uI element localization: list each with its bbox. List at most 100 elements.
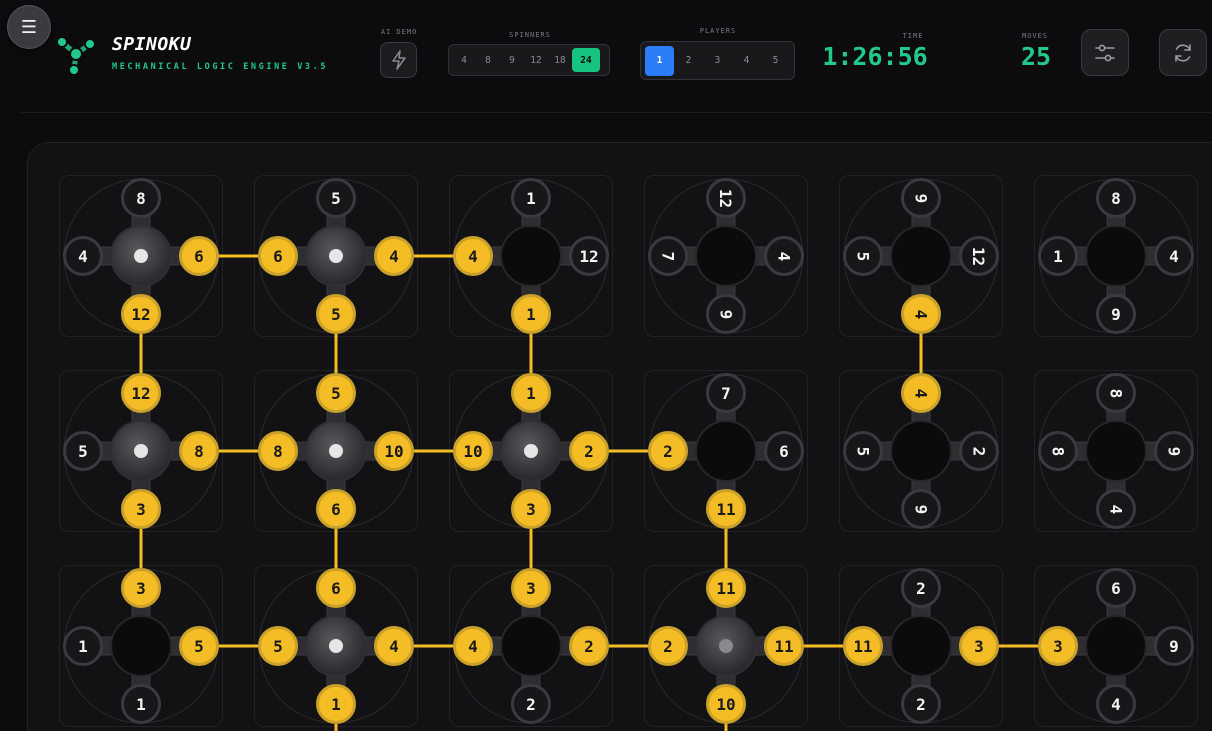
spinner-knob-top[interactable]: 8: [1096, 178, 1136, 218]
spinner-hub[interactable]: [697, 617, 755, 675]
spinner-hub[interactable]: [892, 227, 950, 285]
spinner-knob-top[interactable]: 8: [1096, 373, 1136, 413]
spinner-knob-right[interactable]: 4: [764, 236, 804, 276]
spinner-knob-bottom[interactable]: 1: [316, 684, 356, 724]
spinner-knob-top[interactable]: 11: [706, 568, 746, 608]
spinner-knob-left[interactable]: 11: [843, 626, 883, 666]
spinner-knob-bottom[interactable]: 1: [511, 294, 551, 334]
spinner-knob-right[interactable]: 6: [764, 431, 804, 471]
spinner-hub[interactable]: [1087, 422, 1145, 480]
spinner-hub[interactable]: [892, 617, 950, 675]
spinner-knob-right[interactable]: 10: [374, 431, 414, 471]
knob-value: 1: [1053, 246, 1063, 266]
spinner-knob-bottom[interactable]: 10: [706, 684, 746, 724]
knob-value: 5: [331, 188, 341, 208]
spinner-knob-bottom[interactable]: 6: [316, 489, 356, 529]
spinner-knob-bottom[interactable]: 12: [121, 294, 161, 334]
spinner-knob-top[interactable]: 8: [121, 178, 161, 218]
spinner-knob-top[interactable]: 7: [706, 373, 746, 413]
spinner-hub[interactable]: [307, 422, 365, 480]
spinner-knob-left[interactable]: 1: [63, 626, 103, 666]
knob-value: 11: [716, 578, 736, 598]
spinner-knob-left[interactable]: 5: [843, 431, 883, 471]
spinner-hub[interactable]: [112, 617, 170, 675]
spinner-knob-left[interactable]: 4: [63, 236, 103, 276]
spinner-knob-bottom[interactable]: 2: [511, 684, 551, 724]
spinner-knob-top[interactable]: 4: [901, 373, 941, 413]
spinner-knob-right[interactable]: 9: [1154, 626, 1194, 666]
spinner-knob-left[interactable]: 5: [843, 236, 883, 276]
spinner-hub[interactable]: [1087, 227, 1145, 285]
spinner-knob-right[interactable]: 2: [569, 431, 609, 471]
spinner-knob-bottom[interactable]: 5: [316, 294, 356, 334]
spinner-knob-top[interactable]: 5: [316, 178, 356, 218]
spinner-knob-right[interactable]: 12: [959, 236, 999, 276]
spinner-knob-bottom[interactable]: 2: [901, 684, 941, 724]
spinner-knob-left[interactable]: 7: [648, 236, 688, 276]
spinner-hub[interactable]: [697, 422, 755, 480]
spinner-knob-top[interactable]: 6: [316, 568, 356, 608]
spinner-knob-left[interactable]: 4: [453, 236, 493, 276]
knob-value: 4: [78, 246, 88, 266]
spinner-knob-bottom[interactable]: 4: [1096, 684, 1136, 724]
spinner-hub[interactable]: [307, 227, 365, 285]
spinner-hub[interactable]: [502, 422, 560, 480]
spinner-hub[interactable]: [502, 617, 560, 675]
spinner-hub[interactable]: [697, 227, 755, 285]
spinner-knob-bottom[interactable]: 11: [706, 489, 746, 529]
spinner-knob-left[interactable]: 4: [453, 626, 493, 666]
spinner-knob-bottom[interactable]: 3: [121, 489, 161, 529]
knob-value: 9: [716, 309, 736, 319]
spinner-knob-top[interactable]: 6: [1096, 568, 1136, 608]
spinner-knob-left[interactable]: 3: [1038, 626, 1078, 666]
knob-value: 7: [658, 251, 678, 261]
spinner-hub[interactable]: [892, 422, 950, 480]
spinner-knob-right[interactable]: 4: [374, 626, 414, 666]
spinner-knob-bottom[interactable]: 9: [706, 294, 746, 334]
spinner-knob-top[interactable]: 9: [901, 178, 941, 218]
spinner-hub[interactable]: [502, 227, 560, 285]
spinner-knob-top[interactable]: 5: [316, 373, 356, 413]
spinner-knob-bottom[interactable]: 9: [901, 489, 941, 529]
spinner-knob-top[interactable]: 3: [511, 568, 551, 608]
spinner-knob-top[interactable]: 1: [511, 178, 551, 218]
spinner-knob-right[interactable]: 11: [764, 626, 804, 666]
spinner-knob-right[interactable]: 2: [959, 431, 999, 471]
spinner-knob-right[interactable]: 4: [1154, 236, 1194, 276]
spinner-knob-bottom[interactable]: 1: [121, 684, 161, 724]
knob-value: 5: [331, 304, 341, 324]
spinner-knob-right[interactable]: 6: [179, 236, 219, 276]
spinner-knob-right[interactable]: 5: [179, 626, 219, 666]
spinner-knob-right[interactable]: 9: [1154, 431, 1194, 471]
spinner-knob-left[interactable]: 2: [648, 626, 688, 666]
knob-value: 3: [1053, 636, 1063, 656]
spinner-knob-bottom[interactable]: 4: [901, 294, 941, 334]
spinner-knob-right[interactable]: 4: [374, 236, 414, 276]
spinner-knob-bottom[interactable]: 3: [511, 489, 551, 529]
spinner-hub[interactable]: [112, 227, 170, 285]
spinner-knob-top[interactable]: 12: [706, 178, 746, 218]
spinner-knob-left[interactable]: 5: [258, 626, 298, 666]
spinner-knob-left[interactable]: 8: [1038, 431, 1078, 471]
spinner-knob-left[interactable]: 10: [453, 431, 493, 471]
spinner-hub[interactable]: [1087, 617, 1145, 675]
spinner-knob-left[interactable]: 6: [258, 236, 298, 276]
spinner-knob-top[interactable]: 3: [121, 568, 161, 608]
spinner-knob-bottom[interactable]: 4: [1096, 489, 1136, 529]
spinner-hub[interactable]: [112, 422, 170, 480]
spinner-knob-left[interactable]: 5: [63, 431, 103, 471]
spinner-knob-bottom[interactable]: 9: [1096, 294, 1136, 334]
spinner-knob-left[interactable]: 2: [648, 431, 688, 471]
spinner-knob-left[interactable]: 8: [258, 431, 298, 471]
spinner-knob-right[interactable]: 3: [959, 626, 999, 666]
spinner-knob-top[interactable]: 12: [121, 373, 161, 413]
spinner-hub[interactable]: [307, 617, 365, 675]
spinner-knob-top[interactable]: 1: [511, 373, 551, 413]
spinner-knob-right[interactable]: 2: [569, 626, 609, 666]
spinner-knob-right[interactable]: 12: [569, 236, 609, 276]
knob-value: 10: [463, 441, 483, 461]
hub-indicator: [524, 444, 538, 458]
spinner-knob-left[interactable]: 1: [1038, 236, 1078, 276]
spinner-knob-right[interactable]: 8: [179, 431, 219, 471]
spinner-knob-top[interactable]: 2: [901, 568, 941, 608]
